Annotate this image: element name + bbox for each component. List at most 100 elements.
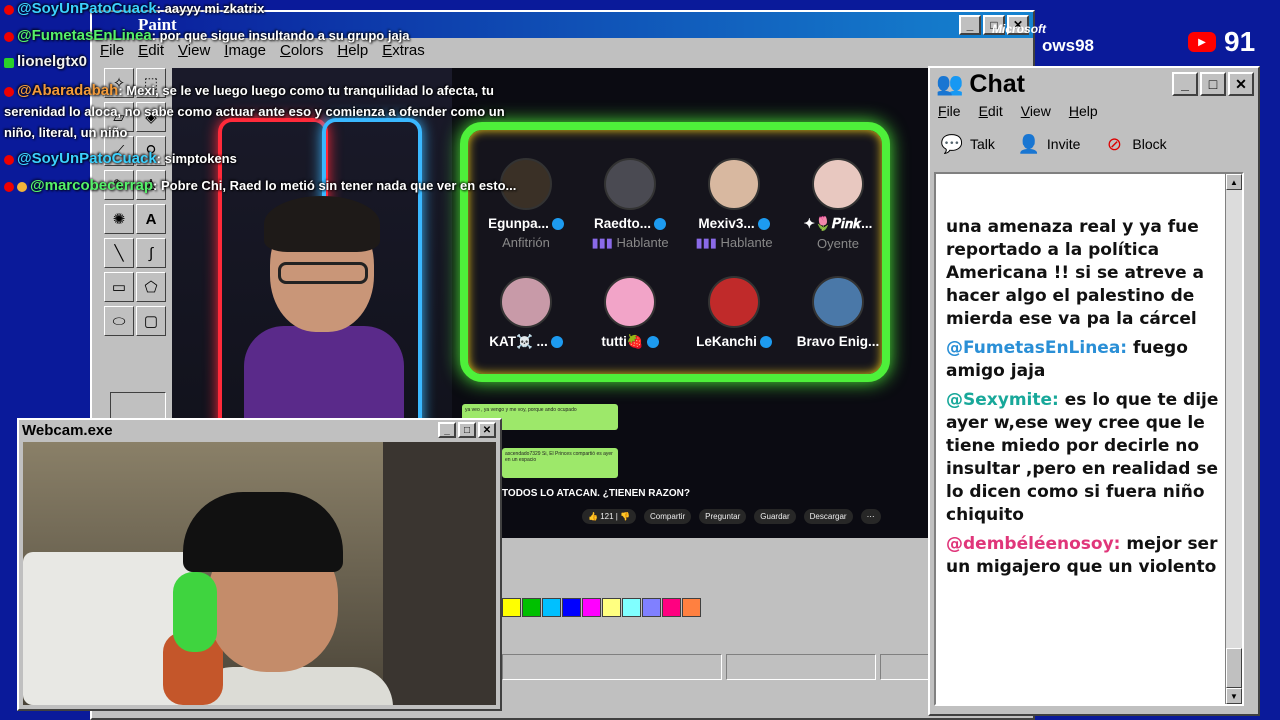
chat-menu-help[interactable]: Help [1069,103,1098,119]
space-member[interactable]: KAT☠️ ... [476,276,576,350]
streamer-shirt [193,667,393,705]
talk-icon: 💬 [940,133,964,154]
ask-button[interactable]: Preguntar [699,509,747,524]
member-role: Oyente [817,236,859,251]
close-button[interactable]: ✕ [1228,72,1254,96]
minimize-button[interactable]: _ [438,422,456,438]
host-glasses [278,262,368,284]
color-swatch[interactable] [522,598,541,617]
airbrush-tool-icon[interactable]: ✺ [104,204,134,234]
line-tool-icon[interactable]: ╲ [104,238,134,268]
webcam-window: Webcam.exe _ □ ✕ [17,418,502,711]
chat-menu-bar: File Edit View Help [930,100,1258,122]
speaker-icon: ▮▮▮ [695,235,721,250]
rounded-rect-tool-icon[interactable]: ▢ [136,306,166,336]
member-name: KAT☠️ ... [489,334,548,349]
member-name: tutti🍓 [601,334,644,349]
member-name: Egunpa... [488,216,549,231]
webcam-window-buttons: _ □ ✕ [438,422,500,438]
youtube-badge-icon [4,181,14,192]
chat-scrollbar[interactable]: ▲ ▼ [1225,174,1242,704]
background-shelf [383,442,496,705]
overlay-chat-line: @SoyUnPatoCuack: simptokens [0,150,237,168]
scroll-thumb[interactable] [1226,648,1242,688]
chat-title-text: Chat [969,69,1025,98]
color-swatch[interactable] [662,598,681,617]
video-title: TODOS LO ATACAN. ¿TIENEN RAZON? [502,488,690,499]
curve-tool-icon[interactable]: ∫ [136,238,166,268]
minimize-button[interactable]: _ [1172,72,1198,96]
chat-user: @Sexymite: [946,390,1059,410]
chat-user: @FumetasEnLinea: [946,338,1128,358]
space-member[interactable]: Bravo Enig... [788,276,888,349]
space-member[interactable]: LeKanchi [684,276,784,349]
webcam-feed [23,442,496,705]
viewer-counter: ▶ 91 [1188,26,1255,58]
member-role: Hablante [720,235,773,250]
more-options-icon[interactable]: ⋯ [860,509,881,524]
green-comment-note: ascendado7329 Si, El Princes compartió e… [502,448,618,478]
color-swatch[interactable] [622,598,641,617]
chat-menu-file[interactable]: File [938,103,961,119]
color-swatch[interactable] [542,598,561,617]
windows-text: ows98 [1042,36,1094,55]
polygon-tool-icon[interactable]: ⬠ [136,272,166,302]
talk-button[interactable]: 💬 Talk [940,132,995,156]
verified-icon [757,218,770,231]
chat-messages-panel[interactable]: una amenaza real y ya fue reportado a la… [934,172,1244,706]
member-role: Anfitrión [502,235,550,250]
verified-icon [646,336,659,349]
overlay-chat-text: : aayyy mi zkatrix [156,1,265,16]
maximize-button[interactable]: □ [1200,72,1226,96]
close-button[interactable]: ✕ [478,422,496,438]
kick-badge-icon [4,57,14,68]
ellipse-tool-icon[interactable]: ⬭ [104,306,134,336]
color-swatch[interactable] [582,598,601,617]
member-name: ✦🌷𝑷𝒊𝒏𝒌... [803,216,873,231]
chat-menu-edit[interactable]: Edit [979,103,1003,119]
youtube-badge-icon [4,154,14,165]
space-member[interactable]: Mexiv3... ▮▮▮ Hablante [684,158,784,251]
viewer-count: 91 [1224,26,1256,57]
color-swatch[interactable] [562,598,581,617]
minimize-button[interactable]: _ [959,15,981,35]
like-count: 121 [600,512,614,521]
avatar [812,276,864,328]
like-button[interactable]: 👍 121 | 👎 [582,509,637,524]
rectangle-tool-icon[interactable]: ▭ [104,272,134,302]
share-button[interactable]: Compartir [644,509,692,524]
overlay-chat-line: @SoyUnPatoCuack: aayyy mi zkatrix [0,0,264,18]
text-tool-icon[interactable]: A [136,204,166,234]
color-swatch[interactable] [682,598,701,617]
chat-title-bar[interactable]: 👥 Chat _ □ ✕ [930,68,1258,100]
block-icon: ⊘ [1106,133,1122,154]
chat-menu-view[interactable]: View [1021,103,1051,119]
space-member[interactable]: Egunpa... Anfitrión [476,158,576,250]
verified-icon [654,218,666,231]
block-button[interactable]: ⊘ Block [1102,132,1167,156]
chat-message: @dembéléenosoy: mejor ser un migajero qu… [946,533,1236,579]
chat-toolbar: 💬 Talk 👤 Invite ⊘ Block [930,122,1258,166]
color-swatch[interactable] [642,598,661,617]
webcam-title-bar[interactable]: Webcam.exe _ □ ✕ [19,420,500,440]
download-button[interactable]: Descargar [803,509,853,524]
avatar [604,276,656,328]
save-button[interactable]: Guardar [754,509,796,524]
space-member[interactable]: Raedto... ▮▮▮ Hablante [580,158,680,251]
color-swatch[interactable] [502,598,521,617]
verified-icon [759,336,772,349]
overlay-chat-line: @marcobecerrap: Pobre Chi, Raed lo metió… [0,177,516,195]
invite-button[interactable]: 👤 Invite [1017,132,1081,156]
windows98-logo: Microsoft ows98 [992,22,1094,56]
verified-icon [551,218,564,231]
scroll-up-icon[interactable]: ▲ [1226,174,1242,190]
scroll-down-icon[interactable]: ▼ [1226,688,1242,704]
chat-user: @dembéléenosoy: [946,534,1121,554]
overlay-chat-user: @SoyUnPatoCuack [17,0,157,17]
space-member[interactable]: ✦🌷𝑷𝒊𝒏𝒌... Oyente [788,158,888,251]
host-hair [264,196,380,252]
color-swatch[interactable] [602,598,621,617]
space-member[interactable]: tutti🍓 [580,276,680,350]
member-name: LeKanchi [696,334,757,349]
maximize-button[interactable]: □ [458,422,476,438]
